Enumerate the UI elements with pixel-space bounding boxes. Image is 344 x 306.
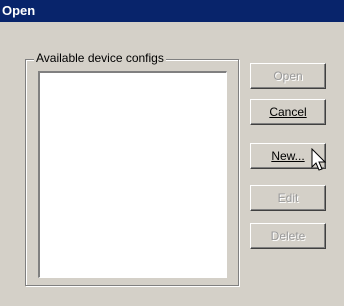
window-title: Open [2,3,36,18]
open-button[interactable]: Open [250,63,326,89]
delete-button-label: Delete [270,229,306,243]
delete-button[interactable]: Delete [250,223,326,249]
open-button-label: Open [273,69,303,83]
edit-button-label: Edit [277,191,299,205]
device-configs-list[interactable] [38,71,227,278]
title-bar[interactable]: Open [0,0,344,22]
open-dialog: Open Available device configs Open Cance… [0,0,344,306]
new-button-label: New... [271,149,305,163]
cancel-button[interactable]: Cancel [250,99,326,125]
groupbox-label: Available device configs [34,51,166,65]
edit-button[interactable]: Edit [250,185,326,211]
cancel-button-label: Cancel [269,105,307,119]
arrow-pointer-icon [311,148,327,171]
